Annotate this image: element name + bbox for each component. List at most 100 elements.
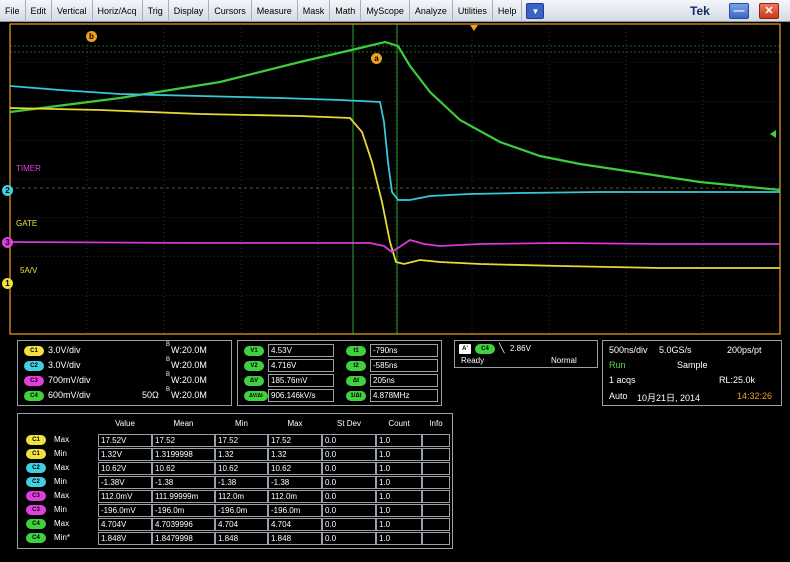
ch2-ground-marker[interactable]: 2 (2, 185, 13, 196)
measurement-min: 4.704 (215, 518, 268, 531)
resolution: 200ps/pt (727, 345, 762, 355)
menu-file[interactable]: File (0, 0, 26, 22)
measurement-source-badge: C3 (26, 491, 46, 501)
measurement-min: 10.62 (215, 462, 268, 475)
waveform-display[interactable]: TIMER GATE 5A/V b a 2 3 1 (0, 22, 790, 338)
measurement-value: 1.848V (98, 532, 152, 545)
minimize-icon: — (733, 5, 745, 17)
acquisition-panel[interactable]: 500ns/div 5.0GS/s 200ps/pt Run Sample 1 … (602, 340, 782, 406)
menu-mask[interactable]: Mask (298, 0, 331, 22)
v2-badge: V2 (244, 361, 264, 371)
gate-label: GATE (16, 219, 38, 228)
channel-bandwidth: W:20.0M (171, 390, 207, 400)
channel-bandwidth-b: B (166, 357, 171, 363)
menu-help[interactable]: Help (493, 0, 523, 22)
run-state: Run (609, 360, 626, 370)
menu-display[interactable]: Display (169, 0, 210, 22)
cursor-readout-panel: V1 4.53V V2 4.716V ΔV 185.76mV ΔV/Δt 906… (237, 340, 442, 406)
menu-math[interactable]: Math (330, 0, 362, 22)
measurement-stdev: 0.0 (322, 490, 376, 503)
acq-count: 1 acqs (609, 375, 636, 385)
v2-value: 4.716V (268, 359, 334, 372)
measurement-value: 17.52V (98, 434, 152, 447)
measurement-source-badge: C3 (26, 505, 46, 515)
menu-utilities[interactable]: Utilities (453, 0, 493, 22)
chevron-down-icon: ▼ (531, 6, 540, 16)
timebase: 500ns/div (609, 345, 648, 355)
measurement-type: Min (54, 477, 67, 486)
channel-badge[interactable]: C3 (24, 376, 44, 386)
v1-value: 4.53V (268, 344, 334, 357)
column-header: Value (115, 419, 135, 428)
measurement-type: Max (54, 463, 70, 472)
inv-dt-badge: 1/Δt (346, 391, 366, 401)
channel-termination: 50Ω (142, 390, 159, 400)
measurement-count: 1.0 (376, 448, 422, 461)
measurement-stdev: 0.0 (322, 476, 376, 489)
measurement-type: Min* (54, 533, 71, 542)
channel-scale: 3.0V/div (48, 360, 81, 370)
ch3-ground-marker[interactable]: 3 (2, 237, 13, 248)
measurement-max: 10.62 (268, 462, 322, 475)
measurement-count: 1.0 (376, 532, 422, 545)
dt-value: 205ns (370, 374, 438, 387)
measurement-mean: 17.52 (152, 434, 215, 447)
measurement-max: 1.32 (268, 448, 322, 461)
channel-settings-panel: C1 3.0V/div B W:20.0M C2 3.0V/div B W:20.0M C3 70… (17, 340, 232, 406)
close-button[interactable]: ✕ (759, 3, 779, 19)
measurement-source-badge: C4 (26, 533, 46, 543)
cursor-b-marker[interactable]: b (86, 31, 97, 42)
measurement-min: 17.52 (215, 434, 268, 447)
ch1-ground-marker[interactable]: 1 (2, 278, 13, 289)
timer-label: TIMER (16, 164, 41, 173)
measurement-source-badge: C1 (26, 435, 46, 445)
menu-analyze[interactable]: Analyze (410, 0, 453, 22)
channel-scale: 600mV/div (48, 390, 91, 400)
measurement-mean: 10.62 (152, 462, 215, 475)
five-av-label: 5A/V (20, 266, 38, 275)
measurement-min: -1.38 (215, 476, 268, 489)
clock-time: 14:32:26 (737, 391, 773, 401)
graticule (9, 23, 781, 335)
measurement-max: 112.0m (268, 490, 322, 503)
close-icon: ✕ (764, 5, 774, 17)
measurement-min: 1.32 (215, 448, 268, 461)
record-length: RL:25.0k (719, 375, 756, 385)
measurement-max: -1.38 (268, 476, 322, 489)
v1-badge: V1 (244, 346, 264, 356)
menu-dropdown-button[interactable]: ▼ (526, 2, 545, 19)
menu-measure[interactable]: Measure (252, 0, 298, 22)
trigger-state: Ready (461, 356, 485, 365)
measurement-info (422, 434, 450, 447)
measurement-source-badge: C1 (26, 449, 46, 459)
channel-badge[interactable]: C4 (24, 391, 44, 401)
dvdt-badge: ΔV/Δt (244, 391, 268, 401)
trigger-panel[interactable]: A' C4 ╲ 2.86V Ready Normal (454, 340, 598, 368)
trigger-source-badge: C4 (475, 344, 495, 354)
menu-horizacq[interactable]: Horiz/Acq (93, 0, 143, 22)
measurement-min: 1.848 (215, 532, 268, 545)
channel-badge[interactable]: C2 (24, 361, 44, 371)
menu-cursors[interactable]: Cursors (209, 0, 252, 22)
measurement-max: -196.0m (268, 504, 322, 517)
menu-vertical[interactable]: Vertical (52, 0, 93, 22)
menu-myscope[interactable]: MyScope (361, 0, 410, 22)
measurement-value: 112.0mV (98, 490, 152, 503)
menu-trig[interactable]: Trig (143, 0, 169, 22)
dt-badge: Δt (346, 376, 366, 386)
channel-badge[interactable]: C1 (24, 346, 44, 356)
measurement-value: -196.0mV (98, 504, 152, 517)
measurement-type: Min (54, 449, 67, 458)
measurement-type: Max (54, 491, 70, 500)
cursor-a-marker[interactable]: a (371, 53, 382, 64)
measurements-table[interactable]: Value Mean Min Max St Dev Count Info C1 Max 17.52… (17, 413, 453, 549)
channel-scale: 700mV/div (48, 375, 91, 385)
measurement-source-badge: C2 (26, 477, 46, 487)
measurement-info (422, 518, 450, 531)
measurement-stdev: 0.0 (322, 434, 376, 447)
measurement-info (422, 462, 450, 475)
measurement-info (422, 490, 450, 503)
minimize-button[interactable]: — (729, 3, 749, 19)
measurement-value: 1.32V (98, 448, 152, 461)
menu-edit[interactable]: Edit (26, 0, 53, 22)
